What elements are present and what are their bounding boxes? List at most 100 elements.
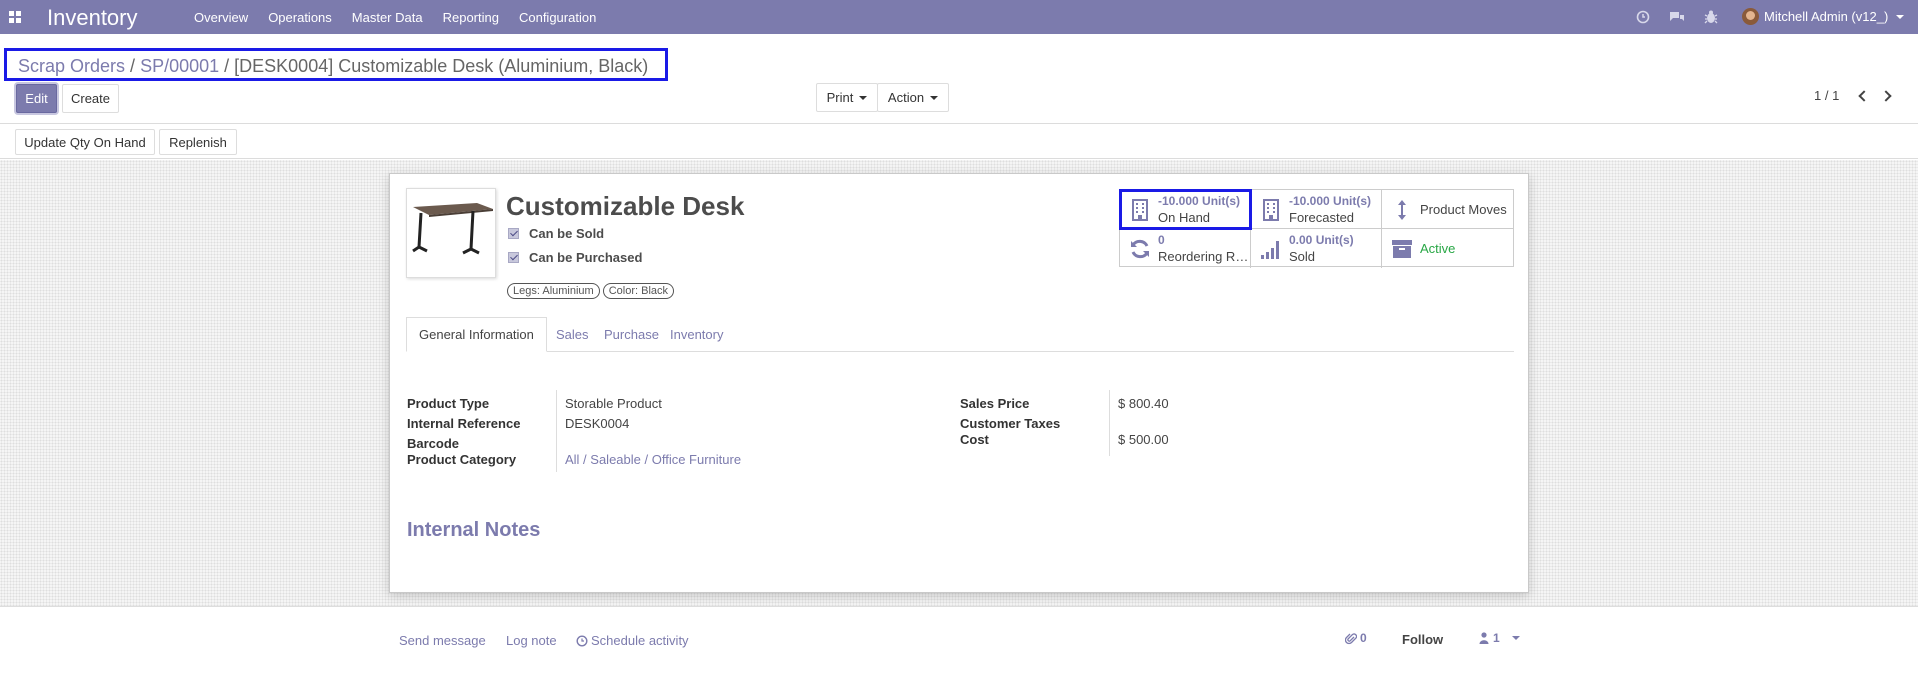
debug-bug-icon[interactable] — [1702, 8, 1720, 26]
desk-image — [412, 203, 493, 255]
product-moves-button[interactable]: Product Moves — [1382, 190, 1513, 229]
action-label: Action — [887, 90, 925, 105]
can-be-purchased-label: Can be Purchased — [529, 250, 643, 265]
can-be-sold-field[interactable]: Can be Sold — [508, 226, 604, 241]
paperclip-icon — [1345, 632, 1357, 644]
field-divider — [1109, 390, 1110, 456]
create-button[interactable]: Create — [62, 84, 119, 113]
breadcrumb-scrap-order[interactable]: SP/00001 — [140, 56, 219, 76]
tag-color: Color: Black — [602, 283, 675, 299]
breadcrumb-scrap-orders[interactable]: Scrap Orders — [18, 56, 125, 76]
messages-icon[interactable] — [1668, 8, 1686, 26]
product-image[interactable] — [406, 188, 496, 278]
chevron-down-icon — [859, 95, 868, 100]
smart-buttons: -10.000 Unit(s) On Hand -10.000 Unit(s) … — [1119, 189, 1514, 268]
print-label: Print — [826, 90, 854, 105]
forecasted-label: Forecasted — [1289, 210, 1355, 225]
can-be-purchased-field[interactable]: Can be Purchased — [508, 250, 642, 265]
control-panel: Scrap Orders / SP/00001/[DESK0004] Customi… — [0, 34, 1918, 124]
product-category-label: Product Category — [407, 452, 517, 467]
action-dropdown[interactable]: Action — [877, 83, 949, 112]
followers-count: 1 — [1493, 631, 1500, 645]
can-be-sold-label: Can be Sold — [529, 226, 605, 241]
sales-price-label: Sales Price — [960, 396, 1030, 411]
forecasted-button[interactable]: -10.000 Unit(s) Forecasted — [1251, 190, 1382, 229]
main-menu: Overview Operations Master Data Reportin… — [194, 10, 616, 25]
active-label: Active — [1420, 241, 1456, 256]
can-be-purchased-checkbox[interactable] — [508, 252, 519, 263]
menu-master-data[interactable]: Master Data — [352, 10, 423, 25]
on-hand-label: On Hand — [1158, 210, 1211, 225]
app-name[interactable]: Inventory — [47, 5, 138, 31]
forecasted-value: -10.000 Unit(s) — [1289, 194, 1372, 208]
active-toggle-button[interactable]: Active — [1382, 229, 1513, 268]
internal-reference-value[interactable]: DESK0004 — [565, 416, 629, 431]
schedule-activity-button[interactable]: Schedule activity — [576, 633, 689, 648]
can-be-sold-checkbox[interactable] — [508, 228, 519, 239]
internal-reference-label: Internal Reference — [407, 416, 521, 431]
chevron-down-icon — [1896, 14, 1905, 19]
user-icon — [1479, 632, 1489, 644]
chevron-down-icon — [930, 95, 939, 100]
log-note-button[interactable]: Log note — [506, 633, 557, 648]
send-message-button[interactable]: Send message — [399, 633, 486, 648]
product-form-sheet: Customizable Desk Can be Sold Can be Pur… — [389, 173, 1529, 593]
product-type-label: Product Type — [407, 396, 490, 411]
pager-previous-icon[interactable] — [1858, 90, 1870, 102]
field-divider — [556, 390, 557, 472]
barcode-label: Barcode — [407, 436, 460, 451]
refresh-icon — [1131, 239, 1149, 259]
button-bar: Update Qty On Hand Replenish — [0, 124, 1918, 159]
archive-icon — [1392, 240, 1412, 258]
product-category-value[interactable]: All / Saleable / Office Furniture — [565, 452, 741, 467]
breadcrumb: Scrap Orders / SP/00001/[DESK0004] Customi… — [4, 48, 668, 81]
reordering-rules-button[interactable]: 0 Reordering Rules — [1120, 229, 1251, 268]
menu-operations[interactable]: Operations — [268, 10, 332, 25]
product-moves-label: Product Moves — [1420, 202, 1507, 217]
customer-taxes-label: Customer Taxes — [960, 416, 1061, 431]
update-qty-button[interactable]: Update Qty On Hand — [15, 129, 155, 155]
sold-value: 0.00 Unit(s) — [1289, 233, 1354, 247]
on-hand-button[interactable]: -10.000 Unit(s) On Hand — [1119, 189, 1252, 230]
notebook-tabs: General Information Sales Purchase Inven… — [406, 317, 1514, 352]
pager-value[interactable]: 1 / 1 — [1814, 88, 1839, 103]
signal-bars-icon — [1261, 241, 1279, 259]
tab-general-information[interactable]: General Information — [406, 317, 547, 352]
product-name[interactable]: Customizable Desk — [506, 191, 744, 222]
attachments-button[interactable]: 0 — [1345, 631, 1367, 645]
tag-legs: Legs: Aluminium — [507, 283, 600, 299]
variant-tags: Legs: Aluminium Color: Black — [507, 283, 677, 299]
user-name: Mitchell Admin (v12_) — [1764, 9, 1889, 24]
follow-button[interactable]: Follow — [1402, 632, 1443, 647]
user-menu[interactable]: Mitchell Admin (v12_) — [1742, 8, 1905, 25]
schedule-activity-label: Schedule activity — [591, 633, 689, 648]
top-navbar: Inventory Overview Operations Master Dat… — [0, 0, 1918, 34]
menu-overview[interactable]: Overview — [194, 10, 248, 25]
menu-configuration[interactable]: Configuration — [519, 10, 596, 25]
building-icon — [1263, 199, 1279, 221]
sold-label: Sold — [1289, 249, 1316, 264]
sales-price-value[interactable]: $ 800.40 — [1118, 396, 1169, 411]
menu-reporting[interactable]: Reporting — [443, 10, 499, 25]
cost-value[interactable]: $ 500.00 — [1118, 432, 1169, 447]
up-down-arrows-icon — [1398, 200, 1406, 220]
reordering-value: 0 — [1158, 233, 1165, 247]
on-hand-value: -10.000 Unit(s) — [1158, 194, 1241, 208]
chevron-down-icon — [1511, 636, 1520, 640]
product-type-value[interactable]: Storable Product — [565, 396, 662, 411]
edit-button[interactable]: Edit — [16, 84, 57, 113]
internal-notes-title: Internal Notes — [407, 519, 541, 541]
followers-button[interactable]: 1 — [1479, 631, 1520, 645]
apps-menu-icon[interactable] — [9, 11, 21, 23]
tab-inventory[interactable]: Inventory — [658, 317, 735, 352]
pager-next-icon[interactable] — [1880, 90, 1892, 102]
clock-icon — [576, 634, 588, 647]
reordering-label: Reordering Rules — [1158, 249, 1250, 264]
activity-clock-icon[interactable] — [1634, 8, 1652, 26]
attachments-count: 0 — [1360, 631, 1367, 645]
replenish-button[interactable]: Replenish — [159, 129, 237, 155]
sold-button[interactable]: 0.00 Unit(s) Sold — [1251, 229, 1382, 268]
breadcrumb-current: [DESK0004] Customizable Desk (Aluminium,… — [234, 56, 649, 76]
print-dropdown[interactable]: Print — [816, 83, 878, 112]
cost-label: Cost — [960, 432, 989, 447]
